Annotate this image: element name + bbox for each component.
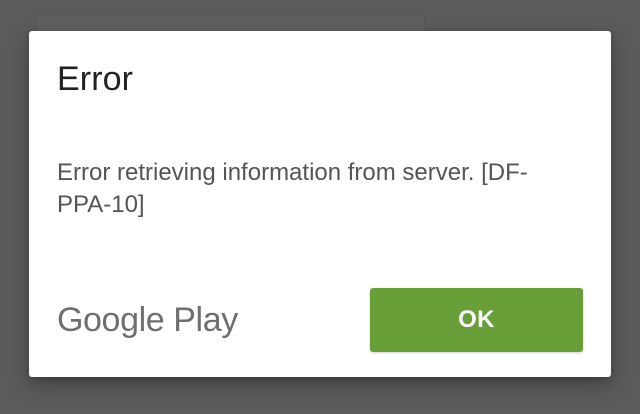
google-play-logo: Google Play xyxy=(57,301,238,339)
dialog-title: Error xyxy=(57,60,134,98)
ok-button[interactable]: OK xyxy=(370,288,583,352)
error-message: Error retrieving information from server… xyxy=(57,159,528,218)
error-dialog: Error Error retrieving information from … xyxy=(29,31,611,377)
